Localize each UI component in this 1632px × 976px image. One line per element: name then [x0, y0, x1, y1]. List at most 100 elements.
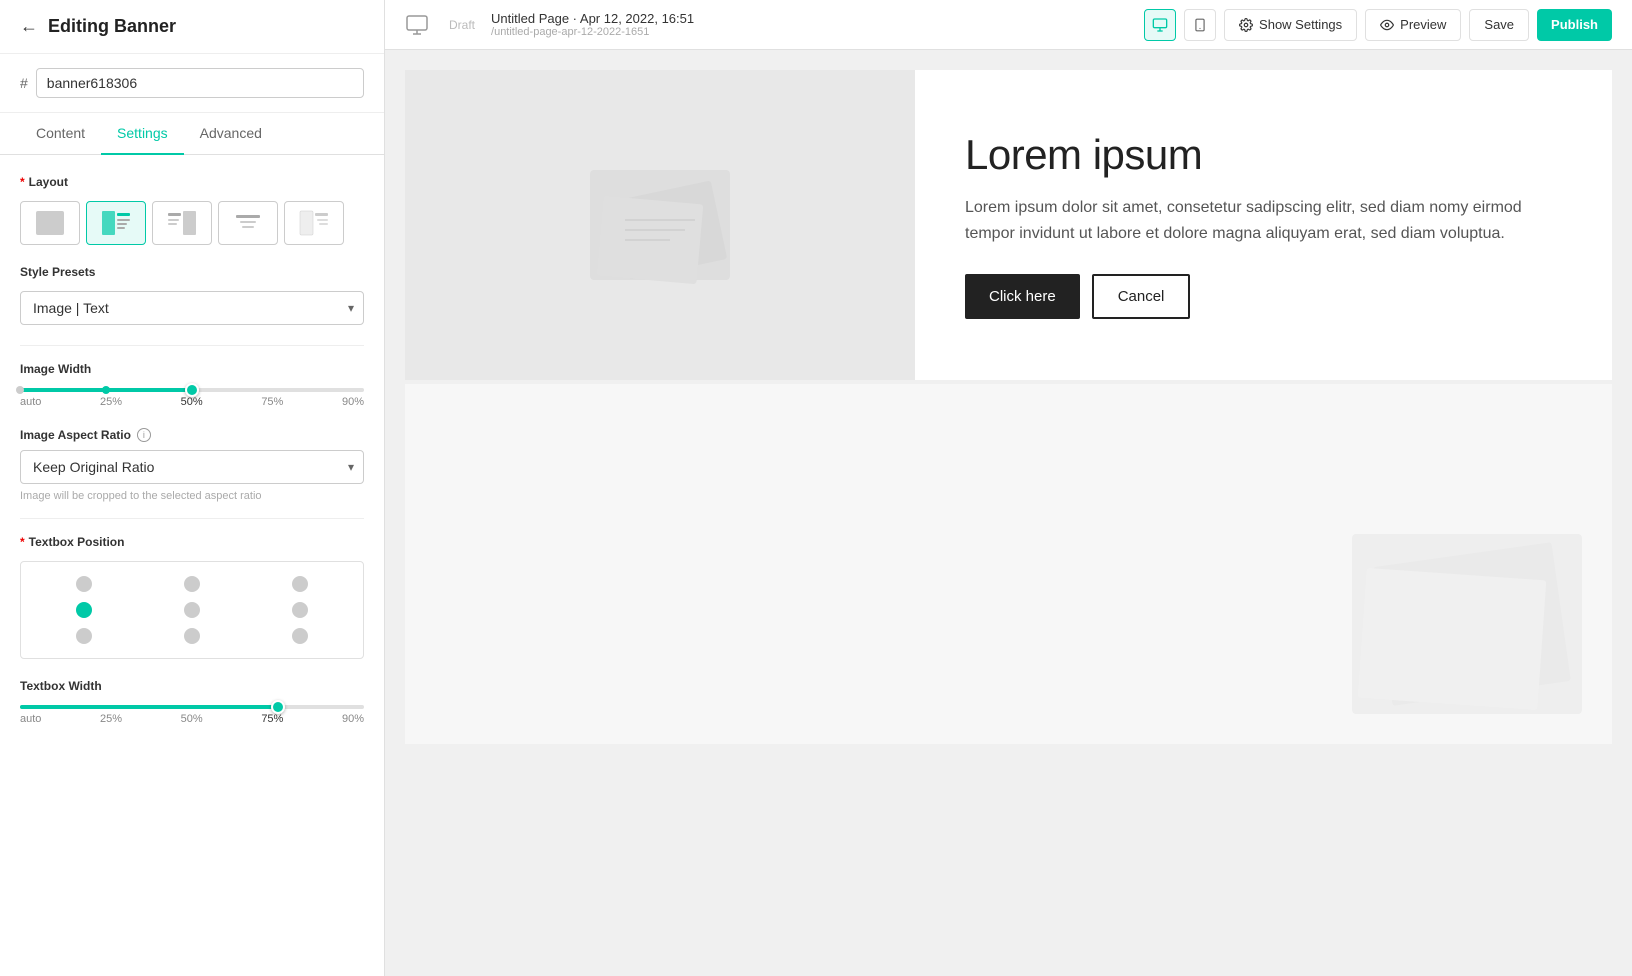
- page-icon: [405, 11, 433, 39]
- pos-2-0[interactable]: [76, 628, 92, 644]
- tick-25: [102, 386, 110, 394]
- layout-icon-image-text: [100, 209, 132, 237]
- banner-section-1: Lorem ipsum Lorem ipsum dolor sit amet, …: [405, 70, 1612, 380]
- tw-label-50: 50%: [181, 713, 203, 725]
- textbox-width-section: Textbox Width auto 25% 50% 75% 90%: [20, 679, 364, 725]
- banner-text-area: Lorem ipsum Lorem ipsum dolor sit amet, …: [915, 70, 1612, 380]
- tick-auto: [16, 386, 24, 394]
- monitor-icon: [405, 13, 429, 37]
- image-width-track[interactable]: [20, 388, 364, 392]
- desktop-view-button[interactable]: [1144, 9, 1176, 41]
- aspect-ratio-wrapper: Keep Original Ratio 1:1 4:3 16:9 ▾: [20, 450, 364, 484]
- textbox-width-track[interactable]: [20, 705, 364, 709]
- settings-icon: [1239, 18, 1253, 32]
- textbox-width-thumb[interactable]: [271, 700, 285, 714]
- layout-icon-text-center: [232, 209, 264, 237]
- layout-option-text-right[interactable]: [284, 201, 344, 245]
- layout-option-image-text[interactable]: [86, 201, 146, 245]
- tw-label-25: 25%: [100, 713, 122, 725]
- aspect-ratio-label: Image Aspect Ratio: [20, 428, 131, 442]
- layout-icon-text-image: [166, 209, 198, 237]
- image-width-thumb[interactable]: [185, 383, 199, 397]
- textbox-width-labels: auto 25% 50% 75% 90%: [20, 713, 364, 725]
- pos-0-0[interactable]: [76, 576, 92, 592]
- cancel-button[interactable]: Cancel: [1092, 274, 1191, 319]
- save-label: Save: [1484, 17, 1514, 32]
- crop-hint: Image will be cropped to the selected as…: [20, 490, 364, 502]
- label-75: 75%: [261, 396, 283, 408]
- publish-button[interactable]: Publish: [1537, 9, 1612, 41]
- tab-bar: Content Settings Advanced: [0, 113, 384, 155]
- image-width-label: Image Width: [20, 362, 364, 376]
- aspect-ratio-select[interactable]: Keep Original Ratio 1:1 4:3 16:9: [20, 450, 364, 484]
- image-width-section: Image Width auto 25% 50% 75% 90%: [20, 362, 364, 408]
- style-presets-label: Style Presets: [20, 265, 364, 279]
- style-presets-wrapper: Image | Text Text | Image Full Width ▾: [20, 291, 364, 325]
- layout-option-text-image[interactable]: [152, 201, 212, 245]
- tab-advanced[interactable]: Advanced: [184, 113, 278, 155]
- label-50: 50%: [181, 396, 203, 408]
- tab-content[interactable]: Content: [20, 113, 101, 155]
- id-hash: #: [20, 75, 28, 91]
- layout-icon-image-only: [34, 209, 66, 237]
- preview-button[interactable]: Preview: [1365, 9, 1461, 41]
- label-auto: auto: [20, 396, 41, 408]
- save-button[interactable]: Save: [1469, 9, 1529, 41]
- textbox-position-label: *Textbox Position: [20, 535, 364, 549]
- layout-option-image-only[interactable]: [20, 201, 80, 245]
- aspect-ratio-section: Image Aspect Ratio i Keep Original Ratio…: [20, 428, 364, 502]
- banner-section-2: [405, 384, 1612, 744]
- layout-label: *Layout: [20, 175, 364, 189]
- pos-2-1[interactable]: [184, 628, 200, 644]
- required-asterisk: *: [20, 175, 25, 189]
- pos-2-2[interactable]: [292, 628, 308, 644]
- pos-1-1[interactable]: [184, 602, 200, 618]
- tw-label-75: 75%: [261, 713, 283, 725]
- pos-1-2[interactable]: [292, 602, 308, 618]
- publish-label: Publish: [1551, 17, 1598, 32]
- main-area: Draft Untitled Page · Apr 12, 2022, 16:5…: [385, 0, 1632, 976]
- canvas: Lorem ipsum Lorem ipsum dolor sit amet, …: [385, 50, 1632, 976]
- tw-label-90: 90%: [342, 713, 364, 725]
- style-presets-section: Style Presets Image | Text Text | Image …: [20, 265, 364, 325]
- eye-icon: [1380, 18, 1394, 32]
- tab-settings[interactable]: Settings: [101, 113, 184, 155]
- pos-0-1[interactable]: [184, 576, 200, 592]
- banner-heading: Lorem ipsum: [965, 131, 1562, 179]
- aspect-label-row: Image Aspect Ratio i: [20, 428, 364, 442]
- banner-image: [405, 70, 915, 380]
- id-input[interactable]: [36, 68, 364, 98]
- page-info: Untitled Page · Apr 12, 2022, 16:51 /unt…: [491, 11, 694, 38]
- show-settings-button[interactable]: Show Settings: [1224, 9, 1357, 41]
- divider-1: [20, 345, 364, 346]
- banner2-placeholder-icon: [1342, 524, 1592, 724]
- label-90: 90%: [342, 396, 364, 408]
- pos-0-2[interactable]: [292, 576, 308, 592]
- topbar: Draft Untitled Page · Apr 12, 2022, 16:5…: [385, 0, 1632, 50]
- draft-badge: Draft: [445, 18, 479, 32]
- textbox-width-label: Textbox Width: [20, 679, 364, 693]
- preview-label: Preview: [1400, 17, 1446, 32]
- info-icon[interactable]: i: [137, 428, 151, 442]
- banner-buttons: Click here Cancel: [965, 274, 1562, 319]
- tw-label-auto: auto: [20, 713, 41, 725]
- textbox-position-section: *Textbox Position: [20, 535, 364, 659]
- position-grid: [20, 561, 364, 659]
- topbar-right: Show Settings Preview Save Publish: [1144, 9, 1612, 41]
- banner-body: Lorem ipsum dolor sit amet, consetetur s…: [965, 195, 1562, 246]
- layout-icon-text-right: [298, 209, 330, 237]
- image-placeholder-icon: [570, 150, 750, 300]
- show-settings-label: Show Settings: [1259, 17, 1342, 32]
- mobile-icon: [1193, 17, 1207, 33]
- style-presets-select[interactable]: Image | Text Text | Image Full Width: [20, 291, 364, 325]
- id-row: #: [0, 54, 384, 113]
- required-asterisk-2: *: [20, 535, 25, 549]
- layout-option-text-center[interactable]: [218, 201, 278, 245]
- sidebar-header: ← Editing Banner: [0, 0, 384, 54]
- desktop-icon: [1152, 17, 1168, 33]
- click-here-button[interactable]: Click here: [965, 274, 1080, 319]
- mobile-view-button[interactable]: [1184, 9, 1216, 41]
- pos-1-0[interactable]: [76, 602, 92, 618]
- layout-options: [20, 201, 364, 245]
- back-button[interactable]: ←: [20, 16, 38, 37]
